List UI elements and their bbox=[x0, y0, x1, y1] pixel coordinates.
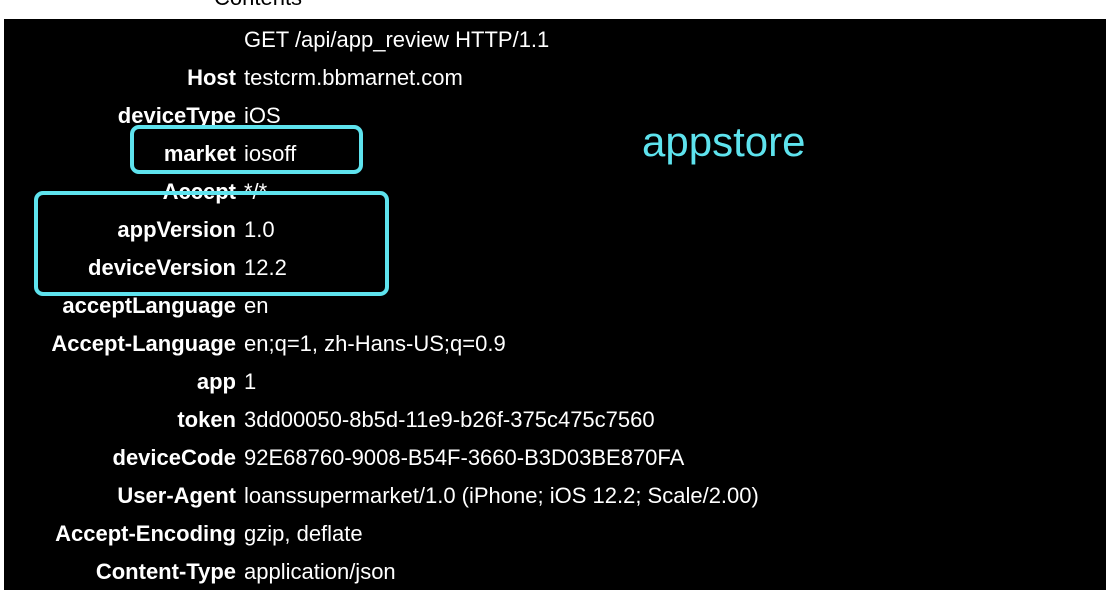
request-line-row: GET /api/app_review HTTP/1.1 bbox=[4, 25, 1104, 55]
header-key: Host bbox=[187, 65, 236, 90]
header-value[interactable]: 1 bbox=[244, 367, 256, 397]
header-key: Accept-Encoding bbox=[55, 521, 236, 546]
header-key: User-Agent bbox=[117, 483, 236, 508]
header-row-token: token 3dd00050-8b5d-11e9-b26f-375c475c75… bbox=[4, 405, 1104, 435]
header-row-accept-language: Accept-Language en;q=1, zh-Hans-US;q=0.9 bbox=[4, 329, 1104, 359]
header-row-user-agent: User-Agent loanssupermarket/1.0 (iPhone;… bbox=[4, 481, 1104, 511]
request-line[interactable]: GET /api/app_review HTTP/1.1 bbox=[244, 25, 549, 55]
version-highlight-box bbox=[34, 191, 389, 296]
header-key: app bbox=[196, 369, 236, 394]
header-value[interactable]: 92E68760-9008-B54F-3660-B3D03BE870FA bbox=[244, 443, 684, 473]
section-title: Contents bbox=[214, 0, 302, 9]
market-highlight-box bbox=[130, 125, 363, 174]
header-value[interactable]: loanssupermarket/1.0 (iPhone; iOS 12.2; … bbox=[244, 481, 759, 511]
header-key: token bbox=[177, 407, 236, 432]
header-value[interactable]: en;q=1, zh-Hans-US;q=0.9 bbox=[244, 329, 506, 359]
header-key: Accept-Language bbox=[51, 331, 236, 356]
header-value[interactable]: gzip, deflate bbox=[244, 519, 363, 549]
appstore-annotation: appstore bbox=[642, 118, 806, 165]
header-value[interactable]: testcrm.bbmarnet.com bbox=[244, 63, 463, 93]
request-headers-panel: GET /api/app_review HTTP/1.1 Host testcr… bbox=[2, 17, 1108, 592]
header-key: deviceCode bbox=[112, 445, 237, 470]
header-row-host: Host testcrm.bbmarnet.com bbox=[4, 63, 1104, 93]
header-row-devicecode: deviceCode 92E68760-9008-B54F-3660-B3D03… bbox=[4, 443, 1104, 473]
header-row-content-type: Content-Type application/json bbox=[4, 557, 1104, 587]
header-key: Content-Type bbox=[95, 559, 236, 584]
header-value[interactable]: 3dd00050-8b5d-11e9-b26f-375c475c7560 bbox=[244, 405, 655, 435]
header-value[interactable]: application/json bbox=[244, 557, 396, 587]
header-row-app: app 1 bbox=[4, 367, 1104, 397]
screenshot-page: Contents GET /api/app_review HTTP/1.1 Ho… bbox=[0, 0, 1110, 592]
header-row-accept-encoding: Accept-Encoding gzip, deflate bbox=[4, 519, 1104, 549]
